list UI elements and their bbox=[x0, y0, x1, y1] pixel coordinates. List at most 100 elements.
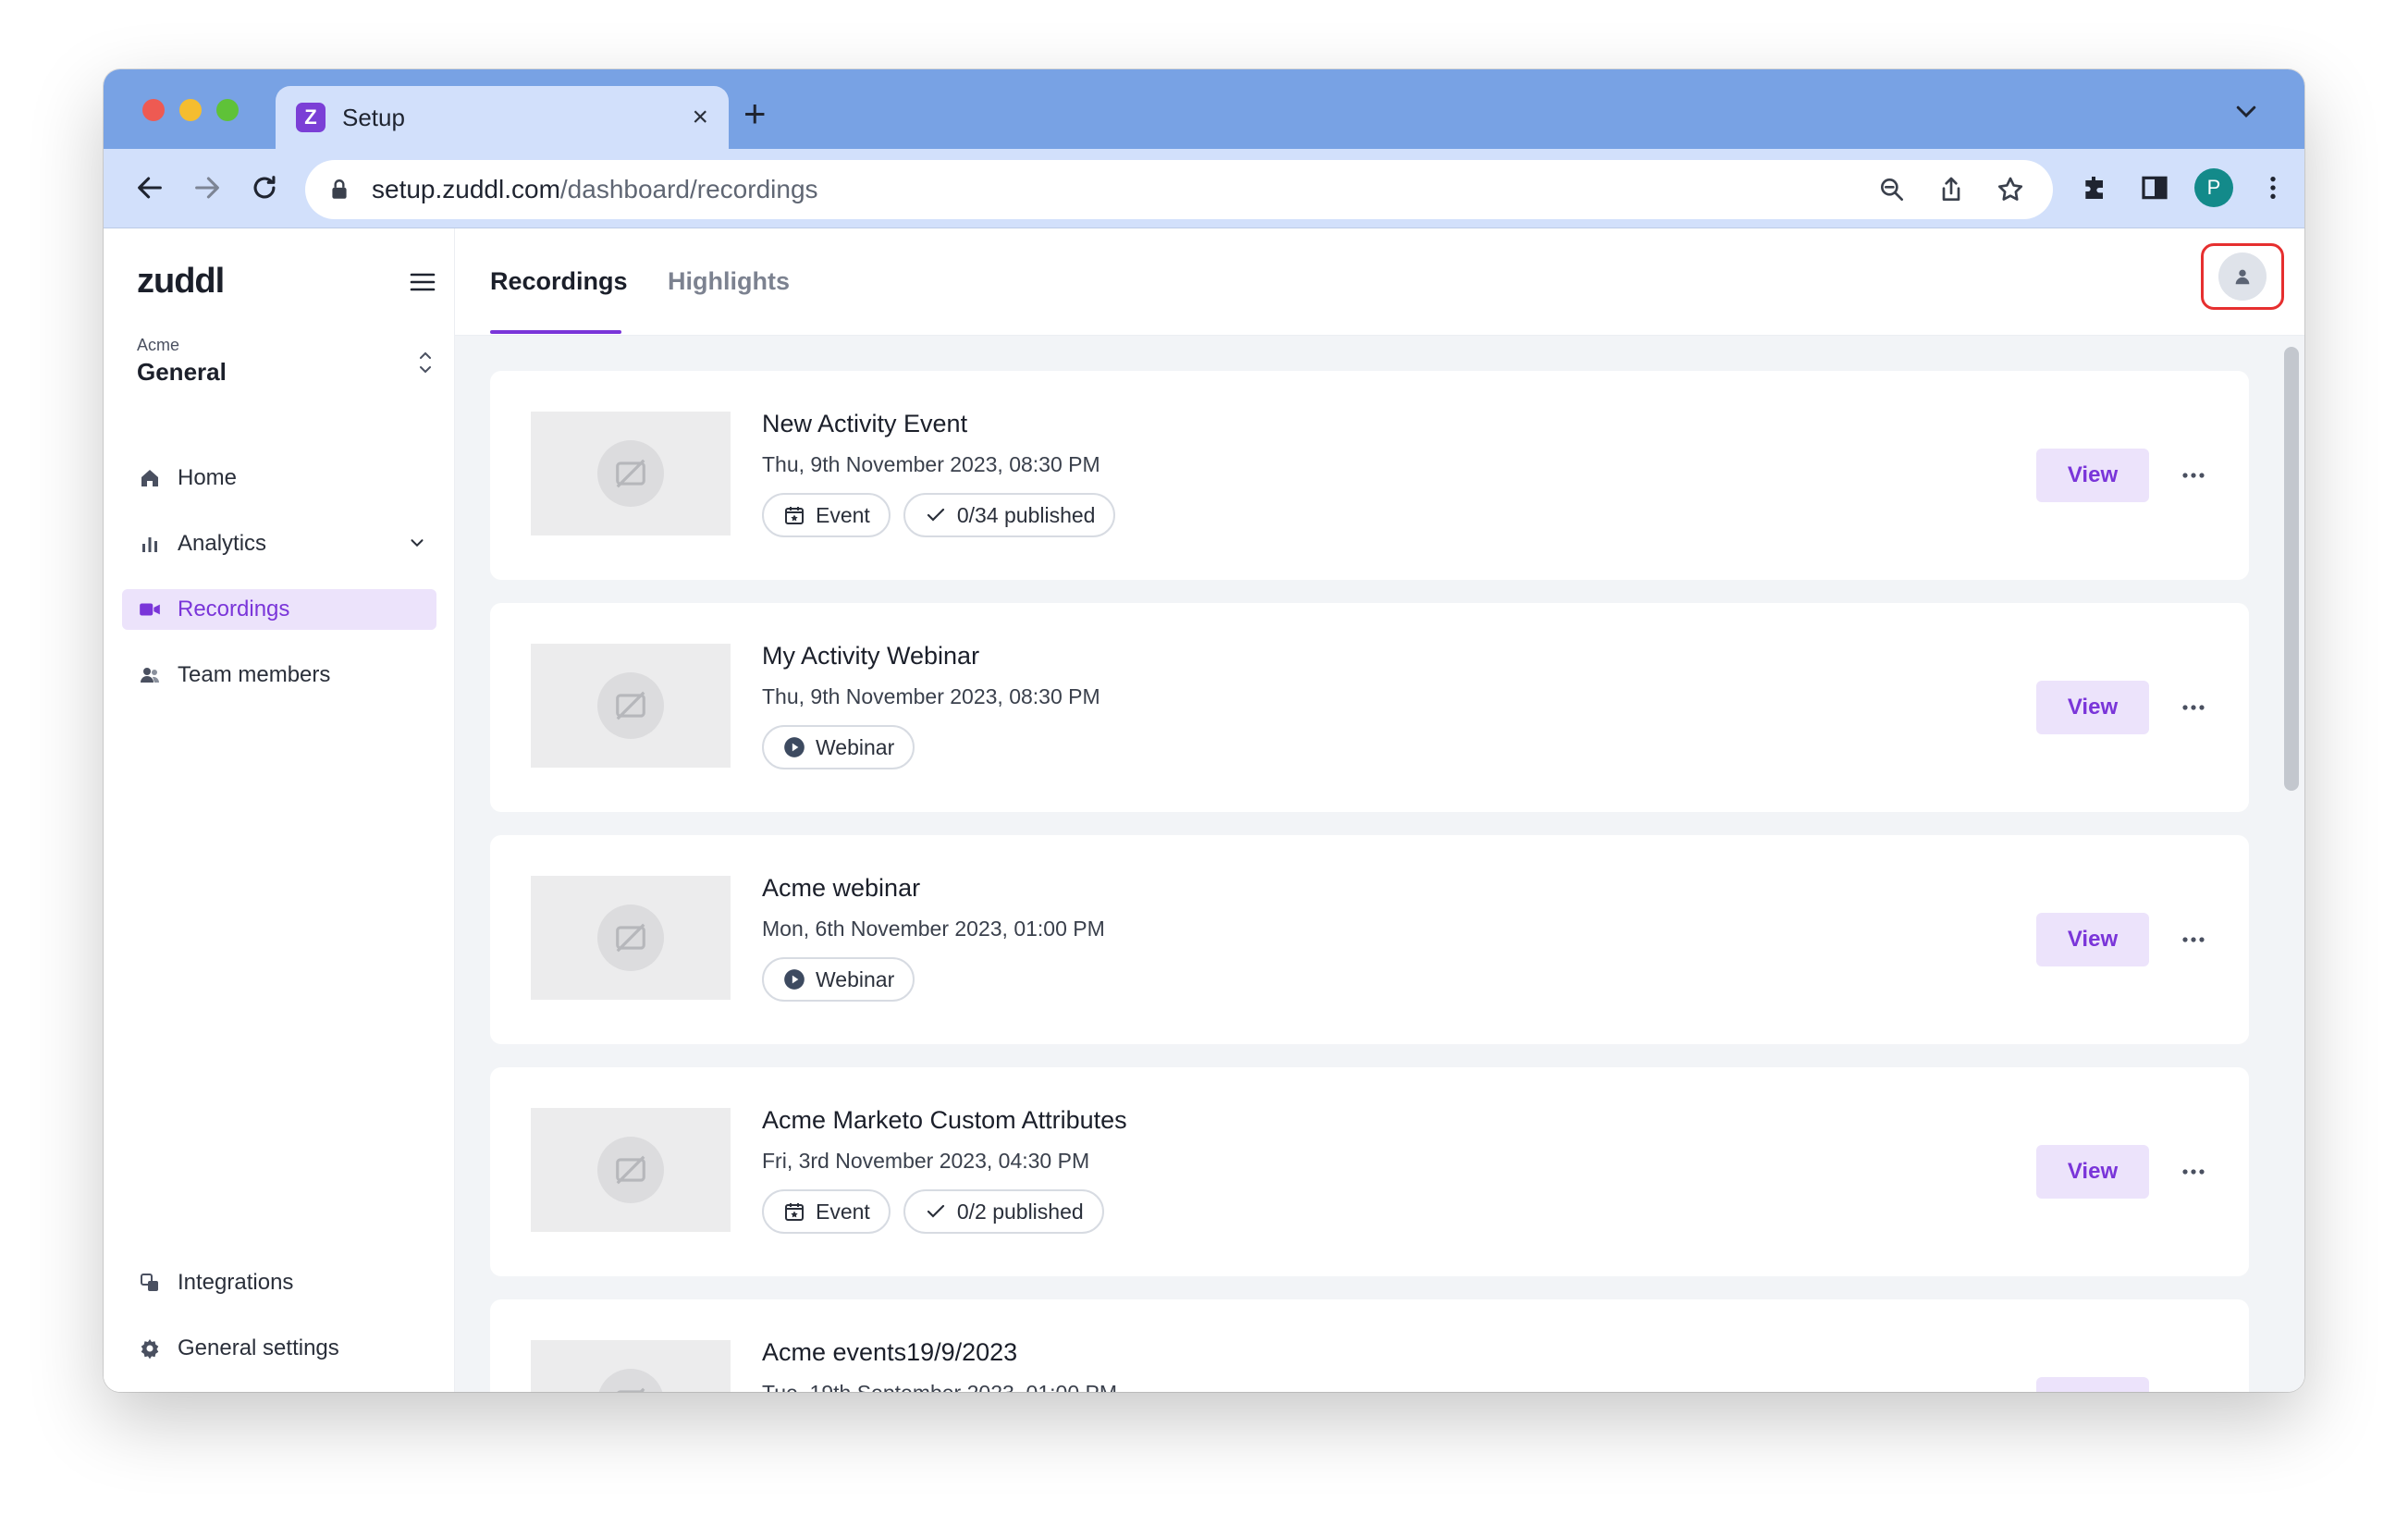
recording-title: Acme events19/9/2023 bbox=[762, 1338, 1018, 1366]
sidebar-item-label: Analytics bbox=[178, 531, 267, 556]
workspace-name[interactable]: General bbox=[137, 358, 227, 387]
browser-tab-setup[interactable]: Z Setup × bbox=[276, 86, 729, 149]
people-icon bbox=[137, 662, 163, 688]
sidebar: zuddl Acme General Home Analytics Record… bbox=[104, 228, 455, 1392]
recording-date: Fri, 3rd November 2023, 04:30 PM bbox=[762, 1149, 1090, 1173]
url-host: setup.zuddl.com bbox=[372, 175, 560, 203]
view-button[interactable]: View bbox=[2036, 913, 2149, 966]
sidebar-item-integrations[interactable]: Integrations bbox=[122, 1262, 436, 1303]
user-menu-button[interactable] bbox=[2201, 243, 2284, 310]
published-count-chip: 0/2 published bbox=[903, 1189, 1104, 1234]
page-header: Recordings Highlights bbox=[455, 228, 2304, 336]
sidebar-item-team-members[interactable]: Team members bbox=[122, 655, 436, 695]
profile-button[interactable]: P bbox=[2193, 167, 2234, 208]
recording-card: Acme webinar Mon, 6th November 2023, 01:… bbox=[490, 835, 2249, 1044]
event-type-chip: Event bbox=[762, 1189, 891, 1234]
address-bar[interactable]: setup.zuddl.com/dashboard/recordings bbox=[305, 160, 2053, 219]
recording-title: Acme webinar bbox=[762, 874, 921, 902]
recording-card: My Activity Webinar Thu, 9th November 20… bbox=[490, 603, 2249, 812]
recording-thumbnail bbox=[531, 412, 731, 535]
tab-recordings[interactable]: Recordings bbox=[490, 267, 628, 296]
view-button[interactable]: View bbox=[2036, 449, 2149, 502]
extensions-puzzle-icon[interactable] bbox=[2075, 167, 2116, 208]
more-options-icon[interactable] bbox=[2175, 692, 2212, 723]
recording-thumbnail bbox=[531, 876, 731, 1000]
zoom-icon[interactable] bbox=[1872, 169, 1912, 210]
sidebar-item-label: Team members bbox=[178, 662, 331, 687]
home-icon bbox=[137, 465, 163, 491]
calendar-star-icon bbox=[782, 1200, 806, 1224]
browser-window: Z Setup × + setup.zuddl.com/dashboard/re… bbox=[104, 69, 2304, 1392]
view-button[interactable]: View bbox=[2036, 681, 2149, 734]
tab-close-icon[interactable]: × bbox=[692, 102, 708, 133]
webinar-type-chip: Webinar bbox=[762, 725, 915, 769]
bar-chart-icon bbox=[137, 531, 163, 557]
minimize-window-button[interactable] bbox=[179, 99, 202, 121]
more-options-icon[interactable] bbox=[2175, 924, 2212, 955]
recording-date: Thu, 9th November 2023, 08:30 PM bbox=[762, 684, 1100, 708]
sidebar-item-general-settings[interactable]: General settings bbox=[122, 1328, 436, 1369]
organization-label: Acme bbox=[137, 336, 180, 354]
hamburger-menu-icon[interactable] bbox=[409, 271, 436, 293]
recording-thumbnail bbox=[531, 644, 731, 768]
reload-icon[interactable] bbox=[244, 167, 285, 208]
recording-thumbnail bbox=[531, 1340, 731, 1392]
browser-tab-strip: Z Setup × + bbox=[104, 69, 2304, 149]
recording-title: Acme Marketo Custom Attributes bbox=[762, 1106, 1127, 1134]
published-count-chip: 0/34 published bbox=[903, 493, 1116, 537]
share-icon[interactable] bbox=[1931, 169, 1972, 210]
image-placeholder-icon bbox=[616, 1155, 645, 1185]
recording-card: Acme events19/9/2023 Tue, 19th September… bbox=[490, 1299, 2249, 1392]
sidebar-item-label: Integrations bbox=[178, 1270, 294, 1295]
sidebar-item-home[interactable]: Home bbox=[122, 458, 436, 498]
forward-arrow-icon[interactable] bbox=[187, 167, 227, 208]
image-placeholder-icon bbox=[616, 459, 645, 488]
zuddl-logo[interactable]: zuddl bbox=[137, 262, 225, 302]
chevron-down-icon[interactable] bbox=[407, 533, 427, 553]
app-container: zuddl Acme General Home Analytics Record… bbox=[104, 228, 2304, 1392]
image-placeholder-icon bbox=[616, 923, 645, 953]
image-placeholder-icon bbox=[617, 1387, 645, 1392]
play-circle-icon bbox=[782, 735, 806, 759]
recording-title: New Activity Event bbox=[762, 410, 968, 437]
recording-date: Mon, 6th November 2023, 01:00 PM bbox=[762, 917, 1105, 941]
zuddl-favicon-icon: Z bbox=[296, 103, 326, 132]
recording-card: Acme Marketo Custom Attributes Fri, 3rd … bbox=[490, 1067, 2249, 1276]
webinar-type-chip: Webinar bbox=[762, 957, 915, 1002]
view-button[interactable]: View bbox=[2036, 1377, 2149, 1392]
main-panel: Recordings Highlights New Activity Event bbox=[455, 228, 2304, 1392]
workspace-switcher-icon[interactable] bbox=[416, 347, 435, 378]
sidebar-item-label: Recordings bbox=[178, 597, 290, 621]
integrations-icon bbox=[137, 1270, 163, 1296]
recording-card: New Activity Event Thu, 9th November 202… bbox=[490, 371, 2249, 580]
side-panel-icon[interactable] bbox=[2134, 167, 2175, 208]
lock-icon bbox=[332, 179, 347, 199]
recording-date: Thu, 9th November 2023, 08:30 PM bbox=[762, 452, 1100, 476]
tab-search-chevron-icon[interactable] bbox=[2232, 97, 2260, 125]
recording-date: Tue, 19th September 2023, 01:00 PM bbox=[762, 1381, 1117, 1392]
more-options-icon[interactable] bbox=[2175, 1156, 2212, 1188]
sidebar-item-recordings[interactable]: Recordings bbox=[122, 589, 436, 630]
tab-highlights[interactable]: Highlights bbox=[668, 267, 790, 296]
browser-menu-kebab-icon[interactable] bbox=[2253, 167, 2293, 208]
maximize-window-button[interactable] bbox=[216, 99, 239, 121]
calendar-star-icon bbox=[782, 503, 806, 527]
more-options-icon[interactable] bbox=[2175, 460, 2212, 491]
new-tab-plus-icon[interactable]: + bbox=[743, 92, 767, 136]
gear-icon bbox=[137, 1335, 163, 1361]
back-arrow-icon[interactable] bbox=[129, 167, 170, 208]
sidebar-item-analytics[interactable]: Analytics bbox=[122, 523, 436, 564]
tab-title: Setup bbox=[342, 103, 405, 131]
bookmark-star-icon[interactable] bbox=[1990, 169, 2031, 210]
close-window-button[interactable] bbox=[142, 99, 165, 121]
image-placeholder-icon bbox=[616, 691, 645, 720]
sidebar-item-label: General settings bbox=[178, 1335, 339, 1360]
profile-initial: P bbox=[2194, 168, 2233, 207]
user-icon bbox=[2235, 269, 2250, 285]
recordings-list: New Activity Event Thu, 9th November 202… bbox=[455, 336, 2304, 1392]
checkmark-icon bbox=[924, 1200, 948, 1224]
recording-thumbnail bbox=[531, 1108, 731, 1232]
event-type-chip: Event bbox=[762, 493, 891, 537]
content-scrollbar[interactable] bbox=[2284, 347, 2299, 791]
view-button[interactable]: View bbox=[2036, 1145, 2149, 1199]
